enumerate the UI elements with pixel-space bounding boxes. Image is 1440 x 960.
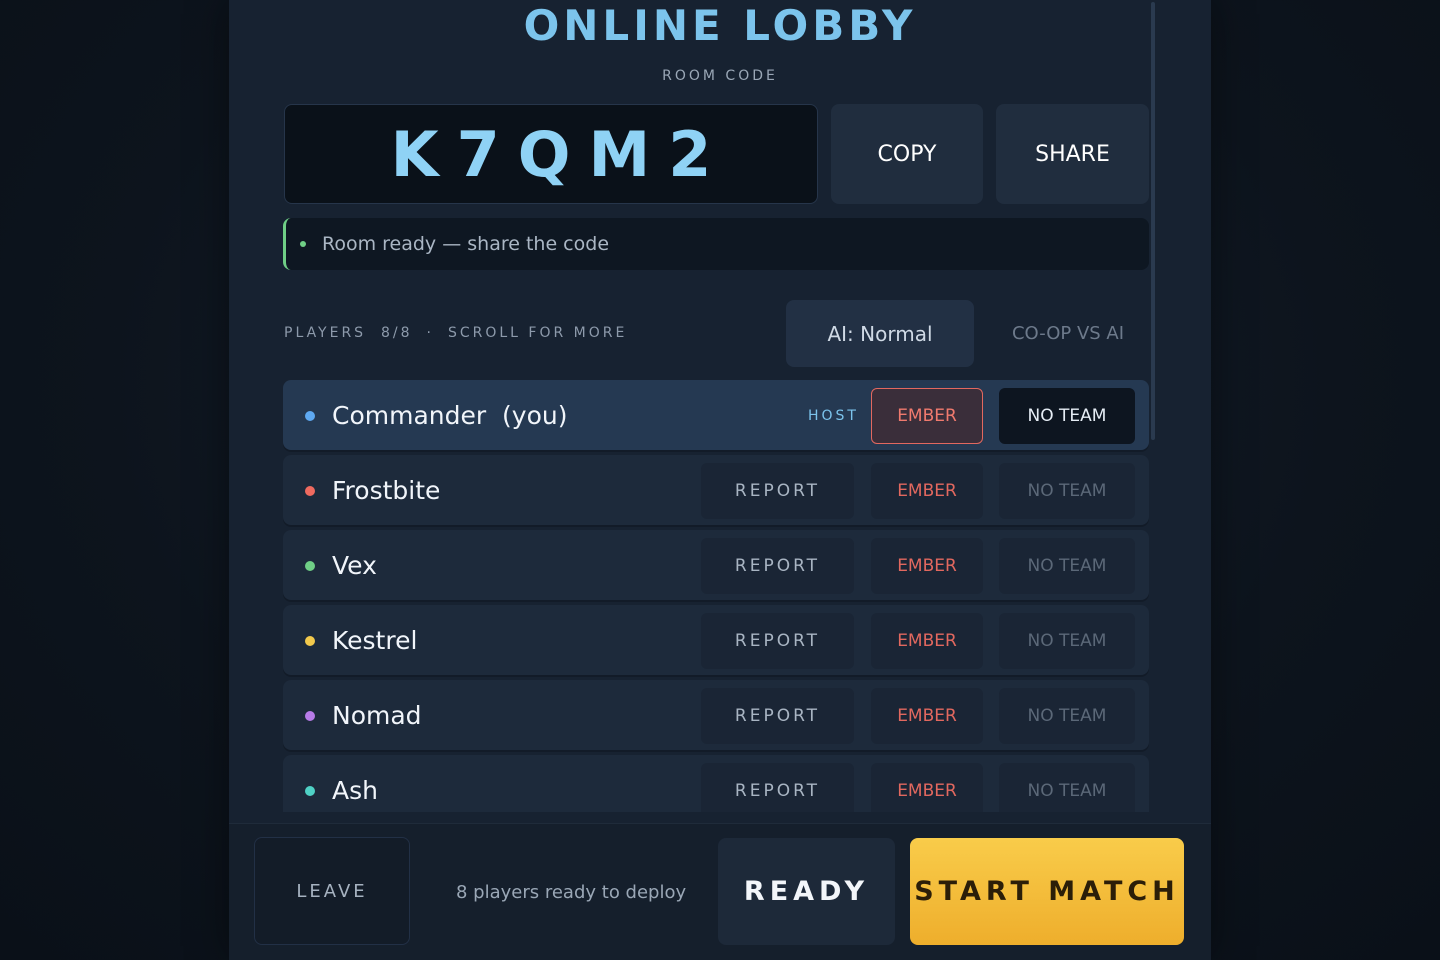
ready-button[interactable]: READY	[718, 838, 895, 945]
page-title: ONLINE LOBBY	[523, 1, 917, 50]
player-row: Ash REPORT EMBER NO TEAM	[283, 755, 1149, 812]
ai-difficulty-button[interactable]: AI: Normal	[786, 300, 974, 367]
player-color-dot-icon	[305, 486, 315, 496]
status-dot-icon	[300, 241, 306, 247]
player-color-dot-icon	[305, 786, 315, 796]
team-select-button[interactable]: NO TEAM	[999, 463, 1135, 519]
host-badge: HOST	[808, 408, 859, 424]
report-button[interactable]: REPORT	[701, 463, 854, 519]
status-banner: Room ready — share the code	[283, 218, 1149, 270]
faction-select-button[interactable]: EMBER	[871, 538, 983, 594]
report-button[interactable]: REPORT	[701, 688, 854, 744]
copy-button[interactable]: COPY	[831, 104, 983, 204]
team-select-button[interactable]: NO TEAM	[999, 688, 1135, 744]
room-code-display: K7QM2	[284, 104, 818, 204]
player-name: Nomad	[332, 701, 422, 730]
report-button[interactable]: REPORT	[701, 763, 854, 812]
players-header: PLAYERS 8/8 · SCROLL FOR MORE	[284, 325, 627, 341]
player-list[interactable]: Commander (you) HOST EMBER NO TEAM Frost…	[283, 380, 1149, 812]
report-button[interactable]: REPORT	[701, 538, 854, 594]
player-name: Frostbite	[332, 476, 441, 505]
faction-select-button[interactable]: EMBER	[871, 388, 983, 444]
share-button[interactable]: SHARE	[996, 104, 1149, 204]
player-row: Vex REPORT EMBER NO TEAM	[283, 530, 1149, 600]
room-code-value: K7QM2	[390, 117, 730, 191]
player-color-dot-icon	[305, 411, 315, 421]
team-select-button[interactable]: NO TEAM	[999, 538, 1135, 594]
player-name: Vex	[332, 551, 377, 580]
player-color-dot-icon	[305, 561, 315, 571]
ready-status-text: 8 players ready to deploy	[456, 882, 687, 903]
team-select-button[interactable]: NO TEAM	[999, 388, 1135, 444]
start-match-button[interactable]: START MATCH	[910, 838, 1184, 945]
player-color-dot-icon	[305, 636, 315, 646]
player-row: Frostbite REPORT EMBER NO TEAM	[283, 455, 1149, 525]
player-color-dot-icon	[305, 711, 315, 721]
report-button[interactable]: REPORT	[701, 613, 854, 669]
leave-button[interactable]: LEAVE	[254, 837, 410, 945]
status-text: Room ready — share the code	[322, 233, 610, 255]
team-select-button[interactable]: NO TEAM	[999, 763, 1135, 812]
players-count: PLAYERS 8/8	[284, 325, 413, 341]
faction-select-button[interactable]: EMBER	[871, 613, 983, 669]
coop-mode-button[interactable]: CO-OP VS AI	[996, 300, 1140, 367]
footer-bar: LEAVE 8 players ready to deploy READY ST…	[229, 823, 1211, 960]
players-separator: ·	[426, 325, 434, 341]
room-code-label: ROOM CODE	[662, 68, 778, 84]
faction-select-button[interactable]: EMBER	[871, 463, 983, 519]
player-row: Kestrel REPORT EMBER NO TEAM	[283, 605, 1149, 675]
player-name: Ash	[332, 776, 378, 805]
player-list-scrollbar[interactable]	[1151, 2, 1155, 440]
player-row-host: Commander (you) HOST EMBER NO TEAM	[283, 380, 1149, 450]
player-row: Nomad REPORT EMBER NO TEAM	[283, 680, 1149, 750]
lobby-panel: ONLINE LOBBY ROOM CODE K7QM2 COPY SHARE …	[229, 0, 1211, 960]
faction-select-button[interactable]: EMBER	[871, 763, 983, 812]
player-name: Commander (you)	[332, 401, 568, 430]
scroll-hint: SCROLL FOR MORE	[447, 325, 628, 341]
team-select-button[interactable]: NO TEAM	[999, 613, 1135, 669]
player-name: Kestrel	[332, 626, 418, 655]
faction-select-button[interactable]: EMBER	[871, 688, 983, 744]
